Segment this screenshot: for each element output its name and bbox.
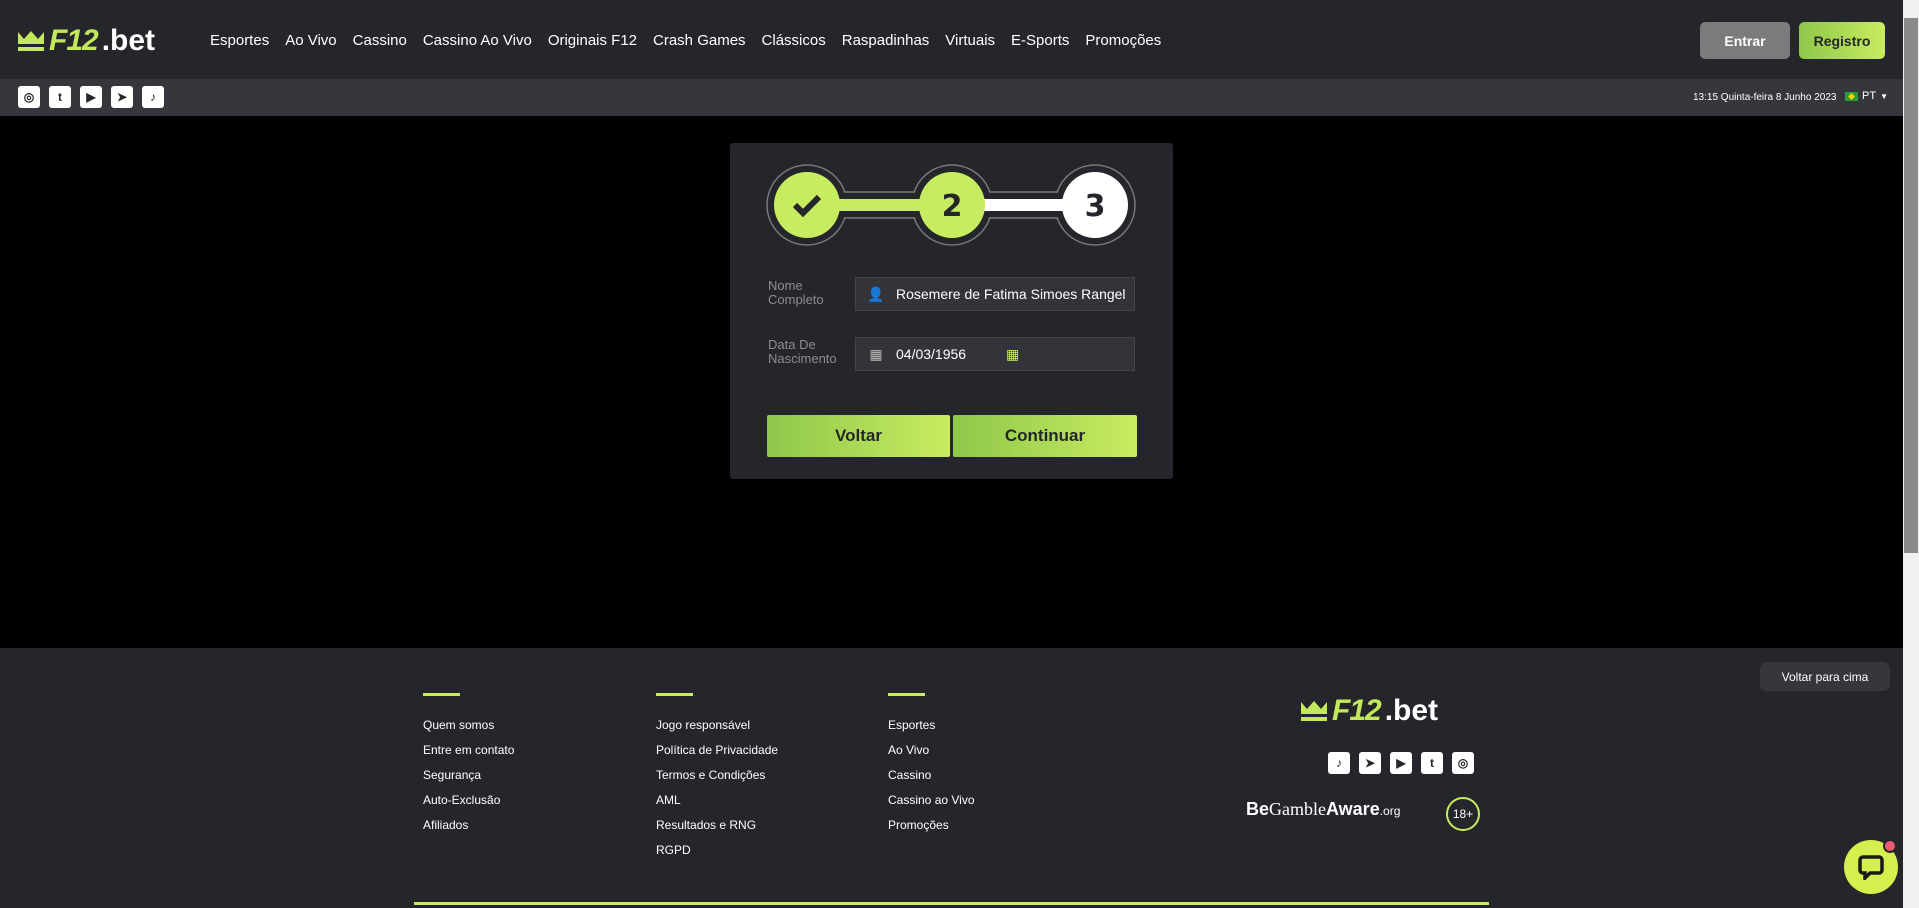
nav-promocoes[interactable]: Promoções: [1085, 32, 1161, 49]
nav-originais[interactable]: Originais F12: [548, 32, 637, 49]
main-nav: Esportes Ao Vivo Cassino Cassino Ao Vivo…: [210, 32, 1161, 49]
footer-link[interactable]: Esportes: [888, 718, 975, 743]
twitter-icon[interactable]: t: [1421, 752, 1443, 774]
footer-line: [414, 902, 1489, 905]
footer-link[interactable]: Entre em contato: [423, 743, 514, 768]
youtube-icon[interactable]: ▶: [1390, 752, 1412, 774]
footer-link[interactable]: RGPD: [656, 843, 778, 868]
twitter-icon[interactable]: t: [49, 86, 71, 108]
instagram-icon[interactable]: ◎: [18, 86, 40, 108]
footer-divider: [423, 693, 460, 696]
footer-logo: F12 .bet: [1300, 694, 1438, 728]
footer-link[interactable]: Termos e Condições: [656, 768, 778, 793]
step-3-label: 3: [1085, 189, 1106, 224]
nav-classicos[interactable]: Clássicos: [762, 32, 826, 49]
date-picker-icon[interactable]: ▦: [1006, 346, 1019, 363]
logo-f12: F12: [49, 24, 99, 57]
footer-divider: [888, 693, 925, 696]
social-links-top: ◎ t ▶ ➤ ♪: [18, 86, 164, 108]
logo-f12: F12: [1332, 694, 1382, 727]
language-label: PT: [1862, 90, 1877, 102]
dob-label-line1: Data De: [768, 337, 816, 352]
nav-cassino-ao-vivo[interactable]: Cassino Ao Vivo: [423, 32, 532, 49]
chat-notification-badge: [1883, 839, 1897, 853]
social-links-footer: ♪ ➤ ▶ t ◎: [1328, 752, 1474, 774]
step-2-label: 2: [942, 189, 963, 224]
register-button[interactable]: Registro: [1799, 22, 1885, 59]
footer-link[interactable]: Resultados e RNG: [656, 818, 778, 843]
footer-col-about: Quem somos Entre em contato Segurança Au…: [423, 693, 514, 843]
datetime: 13:15 Quinta-feira 8 Junho 2023: [1693, 92, 1837, 103]
instagram-icon[interactable]: ◎: [1452, 752, 1474, 774]
bga-gamble: Gamble: [1269, 799, 1326, 819]
stepper: 2 3: [766, 164, 1136, 246]
footer-link[interactable]: Afiliados: [423, 818, 514, 843]
footer-link[interactable]: Cassino: [888, 768, 975, 793]
name-label-line2: Completo: [768, 292, 824, 307]
age-restriction-badge: 18+: [1446, 797, 1480, 831]
footer-link[interactable]: Política de Privacidade: [656, 743, 778, 768]
back-to-top-button[interactable]: Voltar para cima: [1760, 662, 1890, 691]
dob-label-line2: Nascimento: [768, 351, 837, 366]
nav-esportes[interactable]: Esportes: [210, 32, 269, 49]
nav-ao-vivo[interactable]: Ao Vivo: [285, 32, 336, 49]
nav-crash-games[interactable]: Crash Games: [653, 32, 746, 49]
scrollbar-thumb[interactable]: [1904, 18, 1918, 553]
footer-col-products: Esportes Ao Vivo Cassino Cassino ao Vivo…: [888, 693, 975, 843]
nav-cassino[interactable]: Cassino: [353, 32, 407, 49]
footer-link[interactable]: Quem somos: [423, 718, 514, 743]
name-label-line1: Nome: [768, 278, 803, 293]
user-icon: 👤: [867, 285, 885, 302]
nav-esports[interactable]: E-Sports: [1011, 32, 1069, 49]
back-button[interactable]: Voltar: [767, 415, 950, 457]
step-connector-done: [825, 199, 935, 211]
footer-link[interactable]: Segurança: [423, 768, 514, 793]
calendar-icon: ▦: [869, 345, 883, 362]
nav-raspadinhas[interactable]: Raspadinhas: [842, 32, 930, 49]
footer-link[interactable]: Cassino ao Vivo: [888, 793, 975, 818]
login-button[interactable]: Entrar: [1700, 22, 1790, 59]
logo[interactable]: F12 .bet: [17, 24, 155, 58]
bga-be: Be: [1246, 799, 1270, 819]
birth-date-field[interactable]: ▦ 04/03/1956 ▦: [855, 337, 1135, 371]
full-name-value: Rosemere de Fatima Simoes Rangel: [896, 286, 1126, 302]
footer-link[interactable]: Jogo responsável: [656, 718, 778, 743]
footer-link[interactable]: Promoções: [888, 818, 975, 843]
nav-virtuais[interactable]: Virtuais: [945, 32, 995, 49]
continue-button[interactable]: Continuar: [953, 415, 1137, 457]
crown-icon: [1301, 701, 1327, 721]
logo-bet: .bet: [1384, 694, 1439, 727]
begambleaware-logo[interactable]: BeGambleAware.org: [1246, 799, 1400, 820]
crown-icon: [18, 31, 44, 51]
logo-bet: .bet: [101, 24, 156, 57]
tiktok-icon[interactable]: ♪: [142, 86, 164, 108]
telegram-icon[interactable]: ➤: [111, 86, 133, 108]
bga-aware: Aware: [1326, 799, 1380, 819]
dob-label: Data De Nascimento: [768, 338, 837, 366]
birth-date-value: 04/03/1956: [896, 346, 967, 362]
language-selector[interactable]: PT ▼: [1845, 90, 1888, 102]
footer-link[interactable]: Auto-Exclusão: [423, 793, 514, 818]
telegram-icon[interactable]: ➤: [1359, 752, 1381, 774]
youtube-icon[interactable]: ▶: [80, 86, 102, 108]
chat-icon: [1858, 855, 1884, 880]
footer-col-legal: Jogo responsável Política de Privacidade…: [656, 693, 778, 868]
tiktok-icon[interactable]: ♪: [1328, 752, 1350, 774]
chevron-down-icon: ▼: [1880, 91, 1888, 101]
sub-bar: [0, 79, 1903, 116]
footer-link[interactable]: Ao Vivo: [888, 743, 975, 768]
name-label: Nome Completo: [768, 279, 824, 307]
footer-divider: [656, 693, 693, 696]
full-name-field[interactable]: 👤 Rosemere de Fatima Simoes Rangel: [855, 277, 1135, 311]
bga-org: .org: [1379, 804, 1401, 818]
footer-link[interactable]: AML: [656, 793, 778, 818]
brazil-flag-icon: [1845, 91, 1858, 101]
